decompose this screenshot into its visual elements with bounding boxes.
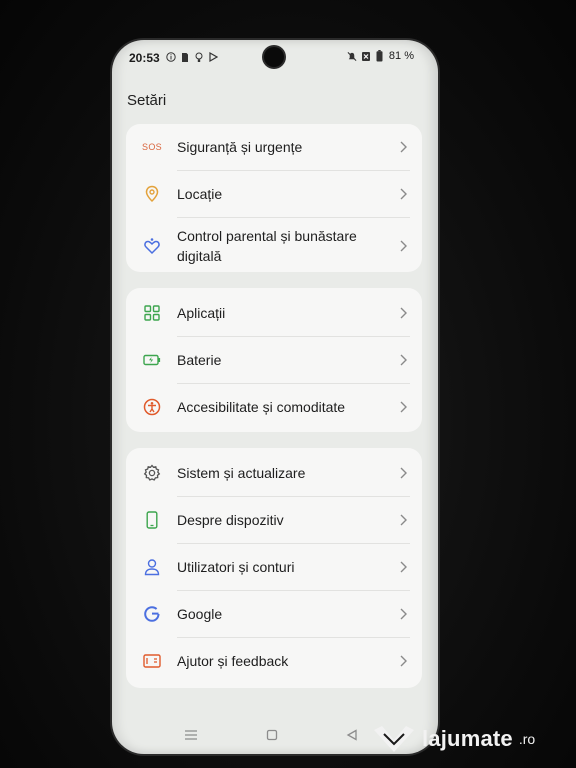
settings-item-label: Google xyxy=(177,606,223,622)
settings-item-label: Baterie xyxy=(177,352,222,368)
settings-item-label: Despre dispozitiv xyxy=(177,512,284,528)
bell-muted-icon xyxy=(347,50,357,62)
chevron-right-icon xyxy=(400,655,407,667)
settings-item-accessibility[interactable]: Accesibilitate și comoditate xyxy=(126,384,422,430)
settings-item-about-device[interactable]: Despre dispozitiv xyxy=(126,497,422,543)
chevron-right-icon xyxy=(400,141,407,153)
chevron-right-icon xyxy=(400,467,407,479)
watermark: lajumate .ro xyxy=(372,724,535,754)
back-icon[interactable] xyxy=(344,728,360,742)
status-icons-right: 81 % xyxy=(347,50,414,62)
settings-item-battery[interactable]: Baterie xyxy=(126,337,422,383)
status-time: 20:53 xyxy=(129,51,160,65)
watermark-suffix: .ro xyxy=(518,731,536,747)
status-bar: 20:53 81 % xyxy=(112,40,438,74)
no-signal-icon xyxy=(361,50,371,62)
settings-item-location[interactable]: Locație xyxy=(126,171,422,217)
sim-card-icon xyxy=(180,51,190,63)
apps-grid-icon xyxy=(142,303,162,323)
page-title: Setări xyxy=(127,92,167,109)
settings-item-label: Control parental și bunăstare digitală xyxy=(177,228,357,264)
settings-item-parental-control[interactable]: Control parental și bunăstare digitală xyxy=(126,218,422,274)
settings-item-label: Siguranță și urgențe xyxy=(177,139,303,155)
user-icon xyxy=(142,557,162,577)
status-icons-left xyxy=(166,51,218,63)
location-pin-icon xyxy=(142,184,162,204)
info-icon xyxy=(166,51,176,63)
settings-item-label: Utilizatori și conturi xyxy=(177,559,295,575)
settings-item-label: Accesibilitate și comoditate xyxy=(177,399,346,415)
phone-device-icon xyxy=(142,510,162,530)
settings-item-label: Aplicații xyxy=(177,305,226,321)
chevron-right-icon xyxy=(400,514,407,526)
settings-item-system-update[interactable]: Sistem și actualizare xyxy=(126,450,422,496)
help-feedback-icon xyxy=(142,651,162,671)
chevron-right-icon xyxy=(400,561,407,573)
battery-status-icon xyxy=(375,50,385,62)
settings-group-apps: Aplicații Baterie Accesibilitate și como… xyxy=(126,288,422,432)
chevron-right-icon xyxy=(400,354,407,366)
settings-item-apps[interactable]: Aplicații xyxy=(126,290,422,336)
gear-icon xyxy=(142,463,162,483)
chevron-right-icon xyxy=(400,240,407,252)
chevron-right-icon xyxy=(400,401,407,413)
family-hearts-icon xyxy=(142,236,162,256)
play-store-icon xyxy=(208,51,218,63)
settings-item-google[interactable]: Google xyxy=(126,591,422,637)
settings-item-label: Sistem și actualizare xyxy=(177,465,306,481)
lightbulb-icon xyxy=(194,51,204,63)
watermark-logo-icon xyxy=(374,726,414,752)
chevron-right-icon xyxy=(400,188,407,200)
google-icon xyxy=(142,604,162,624)
battery-icon xyxy=(142,350,162,370)
settings-item-label: Locație xyxy=(177,186,223,202)
settings-group-safety: SOS Siguranță și urgențe Locație Control… xyxy=(126,124,422,272)
menu-icon[interactable] xyxy=(183,728,199,742)
settings-item-safety-emergency[interactable]: SOS Siguranță și urgențe xyxy=(126,124,422,170)
settings-item-help-feedback[interactable]: Ajutor și feedback xyxy=(126,638,422,684)
accessibility-icon xyxy=(142,397,162,417)
front-camera xyxy=(264,47,284,67)
home-icon[interactable] xyxy=(264,728,280,742)
battery-percentage: 81 % xyxy=(388,50,414,62)
watermark-brand: lajumate xyxy=(422,726,513,751)
chevron-right-icon xyxy=(400,307,407,319)
phone-screen: 20:53 81 % Setări SOS Siguranță și urgen… xyxy=(112,40,438,754)
settings-group-system: Sistem și actualizare Despre dispozitiv … xyxy=(126,448,422,688)
sos-icon: SOS xyxy=(142,142,162,152)
chevron-right-icon xyxy=(400,608,407,620)
settings-item-users-accounts[interactable]: Utilizatori și conturi xyxy=(126,544,422,590)
settings-item-label: Ajutor și feedback xyxy=(177,653,289,669)
